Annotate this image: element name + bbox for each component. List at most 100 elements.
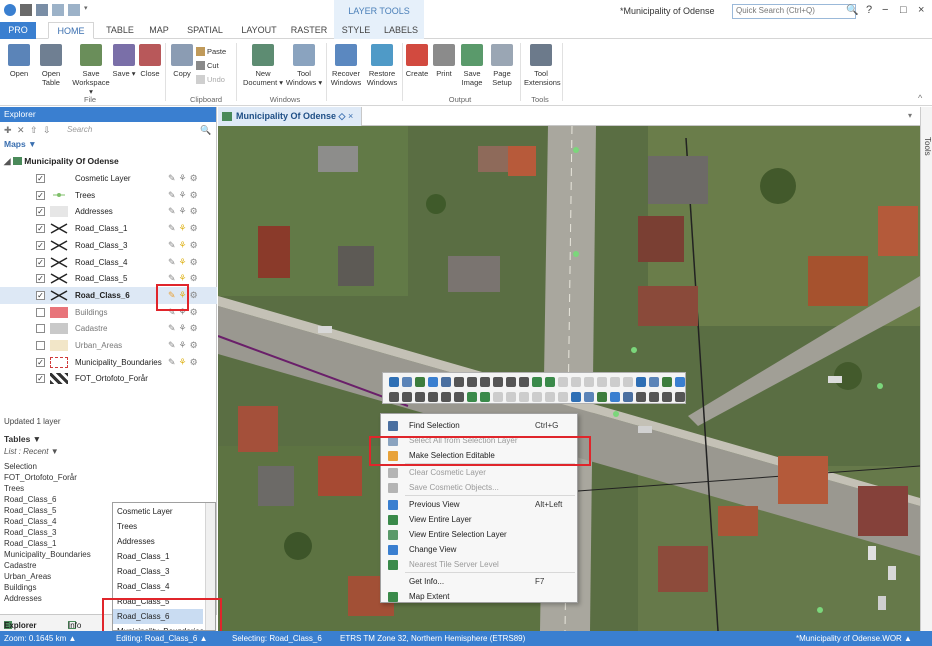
close-tab-icon[interactable]: × xyxy=(348,111,353,121)
selectable-icon[interactable]: ⚘ xyxy=(179,323,190,333)
label-icon[interactable]: ⚙ xyxy=(190,290,201,300)
context-menu-item[interactable]: Get Info... F7 xyxy=(381,574,579,589)
layer-visibility-checkbox[interactable]: ✓ xyxy=(36,174,45,183)
open-table-button[interactable]: Open Table xyxy=(36,44,66,87)
label-icon[interactable]: ⚙ xyxy=(190,257,201,267)
layer-visibility-checkbox[interactable]: ✓ xyxy=(36,274,45,284)
layer-row[interactable]: Cadastre ✎⚘⚙ xyxy=(0,320,217,337)
context-menu-item[interactable]: Save Cosmetic Objects... xyxy=(381,480,579,495)
map-tool-button[interactable] xyxy=(428,392,438,402)
search-icon[interactable]: 🔍 xyxy=(846,5,858,16)
document-menu-icon[interactable]: ▾ xyxy=(908,111,912,120)
undo-button[interactable]: Undo xyxy=(196,75,225,84)
layer-visibility-checkbox[interactable] xyxy=(36,341,45,350)
map-tool-button[interactable] xyxy=(597,377,607,387)
edit-pencil-icon[interactable]: ✎ xyxy=(168,340,179,350)
map-tool-button[interactable] xyxy=(545,377,555,387)
map-tool-button[interactable] xyxy=(571,392,581,402)
map-tool-button[interactable] xyxy=(558,392,568,402)
list-recent-filter[interactable]: List : Recent ▼ xyxy=(4,447,59,456)
layer-visibility-checkbox[interactable]: ✓ xyxy=(36,290,45,300)
copy-button[interactable]: Copy xyxy=(170,44,194,78)
edit-pencil-icon[interactable]: ✎ xyxy=(168,190,179,200)
recover-windows-button[interactable]: Recover Windows xyxy=(328,44,364,87)
map-tool-button[interactable] xyxy=(519,392,529,402)
label-icon[interactable]: ⚙ xyxy=(190,307,201,317)
context-menu-item[interactable]: Previous View Alt+Left xyxy=(381,497,579,512)
selectable-icon[interactable]: ⚘ xyxy=(179,173,190,183)
tab-style[interactable]: STYLE xyxy=(334,22,378,39)
map-tree-node[interactable]: ◢ Municipality Of Odense xyxy=(4,154,119,168)
layer-visibility-checkbox[interactable]: ✓ xyxy=(36,240,45,250)
table-list-item[interactable]: Cadastre xyxy=(4,560,91,571)
tools-side-panel[interactable]: Tools xyxy=(920,107,932,631)
table-list-item[interactable]: Road_Class_4 xyxy=(4,516,91,527)
map-tool-button[interactable] xyxy=(571,377,581,387)
map-tool-button[interactable] xyxy=(454,392,464,402)
layer-row[interactable]: Urban_Areas ✎⚘⚙ xyxy=(0,337,217,354)
map-tool-button[interactable] xyxy=(584,377,594,387)
map-tool-button[interactable] xyxy=(389,392,399,402)
layer-search-input[interactable]: Search xyxy=(67,125,92,134)
maps-section-label[interactable]: Maps ▼ xyxy=(0,138,216,151)
move-up-icon[interactable]: ⇧ xyxy=(30,125,38,136)
map-tool-button[interactable] xyxy=(532,392,542,402)
restore-windows-button[interactable]: Restore Windows xyxy=(364,44,400,87)
page-setup-button[interactable]: Page Setup xyxy=(488,44,516,87)
label-icon[interactable]: ⚙ xyxy=(190,323,201,333)
map-tool-button[interactable] xyxy=(441,392,451,402)
map-tool-button[interactable] xyxy=(467,377,477,387)
map-tool-button[interactable] xyxy=(480,392,490,402)
edit-pencil-icon[interactable]: ✎ xyxy=(168,240,179,250)
layer-visibility-checkbox[interactable]: ✓ xyxy=(36,357,45,367)
close-button[interactable]: × xyxy=(918,4,924,16)
map-tool-button[interactable] xyxy=(597,392,607,402)
selectable-icon[interactable]: ⚘ xyxy=(179,340,190,350)
label-icon[interactable]: ⚙ xyxy=(190,190,201,200)
projection-status[interactable]: ETRS TM Zone 32, Northern Hemisphere (ET… xyxy=(340,631,525,646)
dropdown-item[interactable]: Trees xyxy=(117,519,137,534)
table-list-item[interactable]: Urban_Areas xyxy=(4,571,91,582)
table-list-item[interactable]: Buildings xyxy=(4,582,91,593)
dropdown-item[interactable]: Road_Class_4 xyxy=(117,579,169,594)
tool-extensions-button[interactable]: Tool Extensions xyxy=(524,44,561,87)
map-tool-button[interactable] xyxy=(558,377,568,387)
map-tool-button[interactable] xyxy=(402,392,412,402)
close-file-button[interactable]: Close xyxy=(138,44,162,78)
layer-row[interactable]: ✓ Road_Class_1 ✎⚘⚙ xyxy=(0,220,217,237)
map-tool-button[interactable] xyxy=(493,392,503,402)
paste-button[interactable]: Paste xyxy=(196,47,226,56)
maximize-button[interactable]: □ xyxy=(900,4,907,16)
map-tool-button[interactable] xyxy=(454,377,464,387)
selectable-icon[interactable]: ⚘ xyxy=(179,257,190,267)
layer-visibility-checkbox[interactable]: ✓ xyxy=(36,374,45,384)
table-list-item[interactable]: Road_Class_1 xyxy=(4,538,91,549)
layer-row[interactable]: ✓ Trees ✎⚘⚙ xyxy=(0,187,217,204)
selectable-icon[interactable]: ⚘ xyxy=(179,206,190,216)
cut-button[interactable]: Cut xyxy=(196,61,219,70)
context-menu-item[interactable]: Nearest Tile Server Level xyxy=(381,557,579,572)
label-icon[interactable]: ⚙ xyxy=(190,206,201,216)
edit-pencil-icon[interactable]: ✎ xyxy=(168,206,179,216)
open-table-icon[interactable] xyxy=(36,4,48,16)
pin-icon[interactable]: ◇ xyxy=(339,111,348,121)
layer-row[interactable]: ✓ Road_Class_3 ✎⚘⚙ xyxy=(0,237,217,254)
map-tool-button[interactable] xyxy=(675,377,685,387)
label-icon[interactable]: ⚙ xyxy=(190,357,201,367)
selectable-icon[interactable]: ⚘ xyxy=(179,223,190,233)
table-list-item[interactable]: FOT_Ortofoto_Forår xyxy=(4,472,91,483)
layer-icon[interactable] xyxy=(52,4,64,16)
context-menu-item[interactable]: Map Extent xyxy=(381,589,579,604)
dropdown-item[interactable]: Road_Class_3 xyxy=(117,564,169,579)
selectable-icon[interactable]: ⚘ xyxy=(179,240,190,250)
map-tool-button[interactable] xyxy=(506,377,516,387)
context-menu-item[interactable]: Change View xyxy=(381,542,579,557)
label-icon[interactable]: ⚙ xyxy=(190,173,201,183)
label-icon[interactable]: ⚙ xyxy=(190,240,201,250)
dropdown-item[interactable]: Road_Class_1 xyxy=(117,549,169,564)
map-tool-button[interactable] xyxy=(649,377,659,387)
create-pdf-button[interactable]: Create xyxy=(404,44,430,78)
help-button[interactable]: ? xyxy=(866,4,872,16)
workspace-status[interactable]: *Municipality of Odense.WOR ▲ xyxy=(796,631,912,646)
collapse-ribbon-icon[interactable]: ^ xyxy=(918,93,922,103)
